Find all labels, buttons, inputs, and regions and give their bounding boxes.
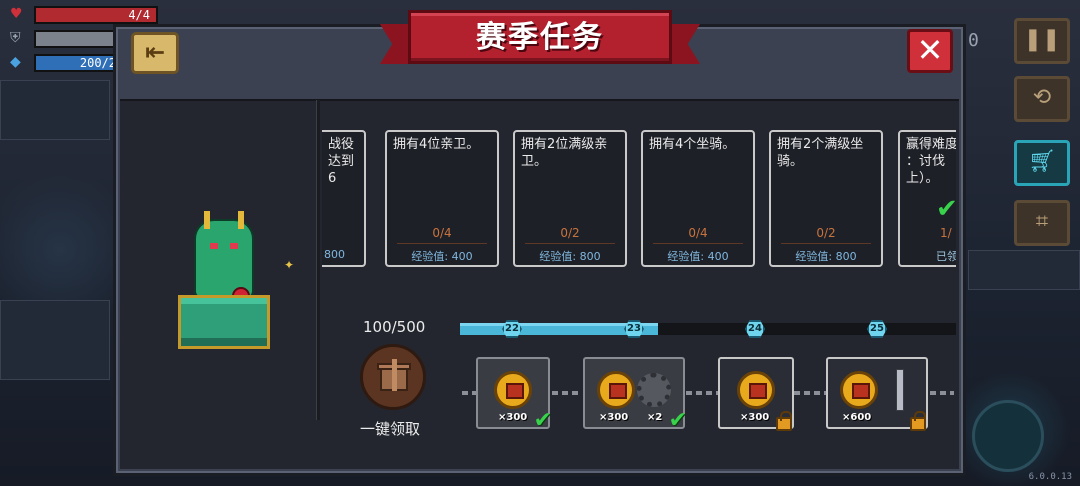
shop-button[interactable]: 🛒︎ [1014, 140, 1070, 186]
task-xp: 经验值: 800 [539, 250, 601, 263]
task-progress-line [397, 243, 487, 244]
task-card[interactable]: 拥有2个满级坐骑。 0/2 经验值: 800 [769, 130, 883, 267]
map-icon: ⌗ [1035, 209, 1049, 234]
task-progress: 0/2 [816, 226, 836, 240]
task-progress-line [525, 243, 615, 244]
map-button[interactable]: ⌗ [1014, 200, 1070, 246]
task-description: 战役 达到6 [328, 137, 355, 186]
task-xp: 经验值: 400 [411, 250, 473, 263]
task-progress: 0/4 [688, 226, 708, 240]
energy-bar: 200/2 [34, 54, 124, 72]
back-button[interactable]: ⇤ [131, 32, 179, 74]
reward-quantity: ×300 [498, 412, 528, 423]
dragon-eye [230, 243, 238, 249]
task-status: 已领 [936, 250, 956, 263]
check-icon: ✔ [936, 194, 956, 224]
claim-all-button[interactable] [360, 344, 426, 410]
coin-icon [737, 371, 775, 409]
task-description: 赢得难度 ：讨伐 上）。 [906, 137, 956, 186]
task-description: 拥有2个满级坐骑。 [777, 137, 864, 169]
task-card[interactable]: 赢得难度 ：讨伐 上）。 ✔ 1/ 已领 [898, 130, 956, 267]
modal-title: 赛季任务 [476, 20, 604, 55]
cart-icon: 🛒︎ [1028, 149, 1056, 174]
gift-ribbon [392, 359, 397, 391]
background-tile [0, 300, 110, 380]
dragon-eye [210, 243, 218, 249]
sword-icon [896, 369, 904, 411]
swap-weapon-button[interactable]: ⟲ [1014, 76, 1070, 122]
dragon-horn [204, 211, 210, 229]
gear-icon [637, 373, 671, 407]
reward-connector [552, 391, 582, 395]
close-icon: ✕ [916, 31, 944, 69]
pause-button[interactable]: ❚❚ [1014, 18, 1070, 64]
back-icon: ⇤ [144, 38, 166, 66]
coin-icon [840, 371, 878, 409]
background-tile [968, 250, 1080, 290]
lock-icon [910, 411, 926, 431]
season-reward-figure [178, 211, 270, 349]
reward-slot[interactable]: ×300 ×2 ✔ [583, 357, 687, 433]
task-xp: 经验值: 400 [667, 250, 729, 263]
reward-quantity: ×2 [647, 412, 663, 423]
reward-quantity: ×600 [842, 412, 872, 423]
task-card[interactable]: 战役 达到6 800 [322, 130, 366, 267]
task-card[interactable]: 拥有4位亲卫。 0/4 经验值: 400 [385, 130, 499, 267]
dragon-horn [238, 211, 244, 229]
task-progress: 0/2 [560, 226, 580, 240]
reward-quantity: ×300 [599, 412, 629, 423]
jade-pedestal [178, 295, 270, 349]
background-tile [0, 80, 110, 140]
task-xp: 800 [324, 248, 345, 261]
lock-icon [776, 411, 792, 431]
reward-connector [462, 391, 476, 395]
sparkle-icon: ✦ [284, 258, 295, 272]
task-xp: 经验值: 800 [795, 250, 857, 263]
coin-icon [597, 371, 635, 409]
coin-count: 0 [968, 30, 979, 51]
claim-all-label: 一键领取 [360, 420, 421, 438]
task-description: 拥有4位亲卫。 [393, 137, 480, 152]
check-icon: ✔ [668, 408, 687, 433]
task-card-list[interactable]: 战役 达到6 800 拥有4位亲卫。 0/4 经验值: 400 拥有2位满级亲卫… [322, 130, 956, 267]
task-card[interactable]: 拥有4个坐骑。 0/4 经验值: 400 [641, 130, 755, 267]
task-progress: 0/4 [432, 226, 452, 240]
reward-connector [686, 391, 718, 395]
reward-slot[interactable]: ×300 ✔ [476, 357, 552, 433]
task-description: 拥有2位满级亲卫。 [521, 137, 608, 169]
task-progress-line [653, 243, 743, 244]
panel-divider [316, 100, 320, 420]
heart-icon: ♥ [10, 6, 23, 22]
title-banner: 赛季任务 [380, 6, 700, 72]
energy-icon: ◆ [10, 54, 21, 70]
health-bar: 4/4 [34, 6, 158, 24]
reward-slot[interactable]: ×300 [718, 357, 794, 431]
task-progress: 1/ [940, 226, 952, 240]
reward-slot[interactable]: ×600 [826, 357, 928, 431]
reward-connector [930, 391, 954, 395]
check-icon: ✔ [533, 408, 552, 433]
version-label: 6.0.0.13 [1028, 472, 1072, 482]
reward-connector [794, 391, 826, 395]
task-card[interactable]: 拥有2位满级亲卫。 0/2 经验值: 800 [513, 130, 627, 267]
coin-icon [494, 371, 532, 409]
shield-icon: ⛨ [10, 30, 21, 46]
swap-icon: ⟲ [1032, 85, 1052, 110]
close-button[interactable]: ✕ [907, 29, 953, 73]
skill-button[interactable] [972, 400, 1044, 472]
task-description: 拥有4个坐骑。 [649, 137, 736, 152]
task-progress-line [781, 243, 871, 244]
pause-icon: ❚❚ [1023, 27, 1061, 52]
season-progress-text: 100/500 [363, 318, 426, 336]
reward-quantity: ×300 [740, 412, 770, 423]
